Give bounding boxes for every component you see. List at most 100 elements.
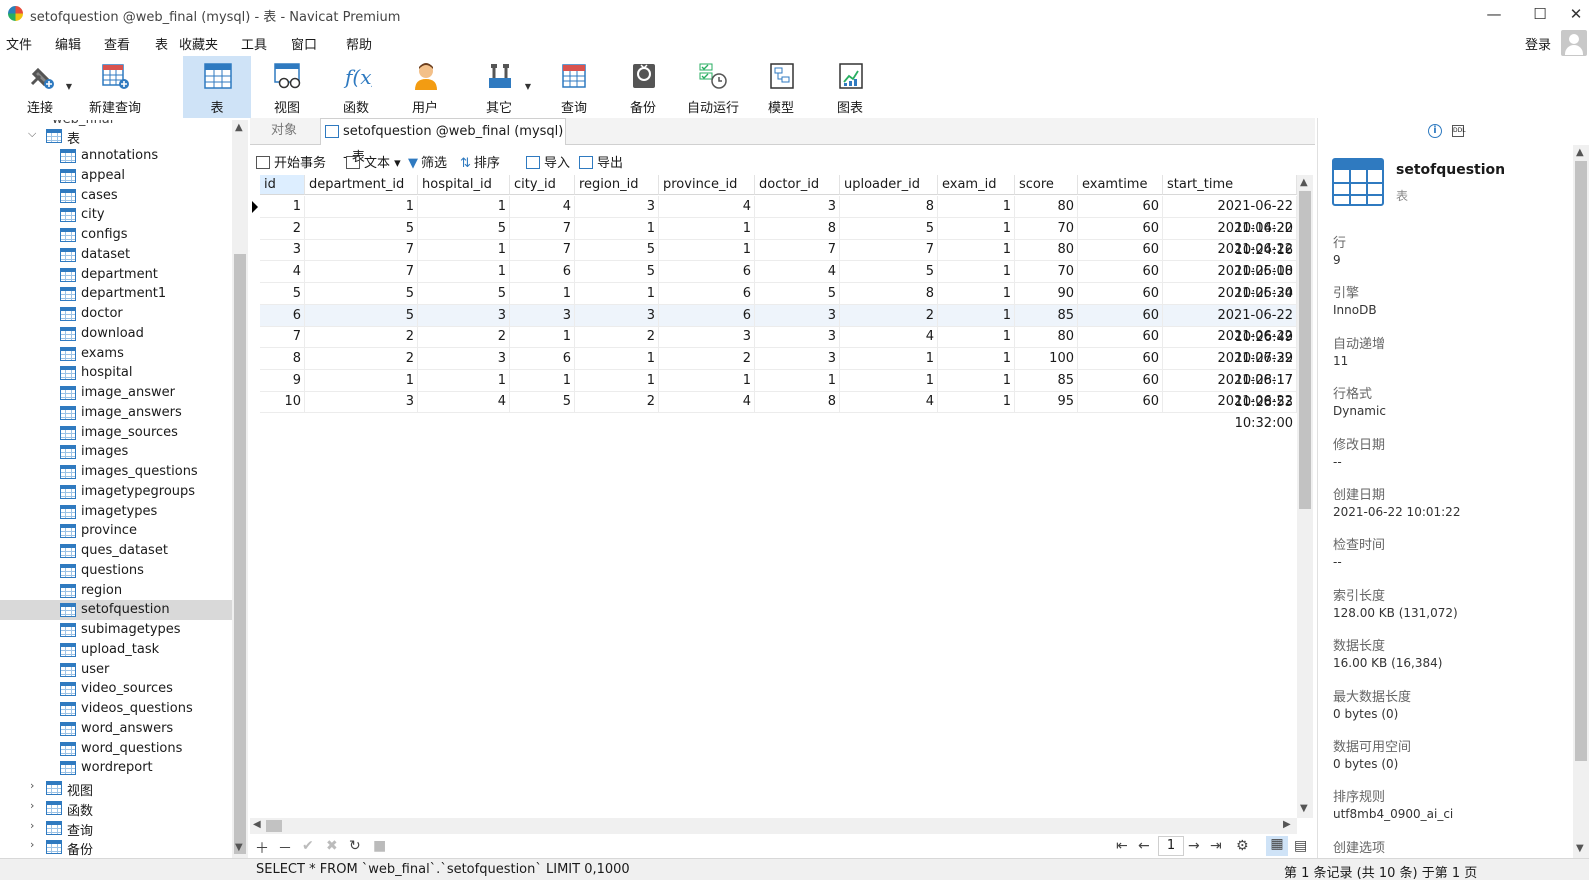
cell-examtime[interactable]: 60: [1078, 369, 1163, 392]
cell-id[interactable]: 5: [260, 282, 305, 305]
form-view-icon[interactable]: ▤: [1294, 838, 1307, 854]
cell-id[interactable]: 9: [260, 369, 305, 392]
column-header-department_id[interactable]: department_id: [305, 175, 418, 195]
menu-window[interactable]: 窗口: [291, 34, 317, 53]
cell-id[interactable]: 6: [260, 304, 305, 327]
cell-start_time[interactable]: 2021-06-22 10:28:17: [1163, 347, 1297, 388]
cell-start_time[interactable]: 2021-06-22 10:32:00: [1163, 391, 1297, 431]
login-link[interactable]: 登录: [1525, 34, 1551, 53]
tree-scrollbar[interactable]: ▲ ▼: [232, 120, 248, 858]
cell-id[interactable]: 4: [260, 261, 305, 284]
cell-start_time[interactable]: 2021-06-22 10:25:00: [1163, 239, 1297, 279]
cell-city_id[interactable]: 1: [510, 282, 575, 305]
scroll-up-icon[interactable]: ▲: [1576, 147, 1584, 158]
tree-table-questions[interactable]: questions: [0, 561, 232, 581]
cell-score[interactable]: 95: [1015, 391, 1078, 414]
cell-region_id[interactable]: 5: [575, 239, 659, 262]
tree-table-hospital[interactable]: hospital: [0, 363, 232, 383]
tree-table-image_answer[interactable]: image_answer: [0, 383, 232, 403]
column-header-exam_id[interactable]: exam_id: [938, 175, 1015, 195]
grid-view-icon[interactable]: ▦: [1266, 836, 1288, 856]
connect-caret-icon[interactable]: ▼: [66, 82, 72, 91]
tab-setofquestion[interactable]: setofquestion @web_final (mysql) - 表: [320, 118, 566, 165]
row-selector[interactable]: [250, 370, 260, 392]
cell-examtime[interactable]: 60: [1078, 326, 1163, 349]
cell-hospital_id[interactable]: 3: [418, 304, 510, 327]
column-header-city_id[interactable]: city_id: [510, 175, 575, 195]
cell-region_id[interactable]: 1: [575, 369, 659, 392]
tree-table-subimagetypes[interactable]: subimagetypes: [0, 620, 232, 640]
expand-chevron-icon[interactable]: ›: [30, 838, 34, 851]
apply-changes-icon[interactable]: ✔: [302, 838, 314, 854]
cell-uploader_id[interactable]: 4: [840, 326, 938, 349]
cell-exam_id[interactable]: 1: [938, 391, 1015, 414]
add-record-icon[interactable]: ＋: [255, 838, 269, 858]
new-query-button[interactable]: 新建查询: [80, 56, 150, 118]
tree-table-exams[interactable]: exams: [0, 344, 232, 364]
column-header-doctor_id[interactable]: doctor_id: [755, 175, 840, 195]
cell-hospital_id[interactable]: 1: [418, 261, 510, 284]
cell-exam_id[interactable]: 1: [938, 282, 1015, 305]
cell-doctor_id[interactable]: 3: [755, 196, 840, 218]
cell-province_id[interactable]: 1: [659, 217, 755, 240]
views-button[interactable]: 视图: [253, 56, 321, 118]
scroll-down-icon[interactable]: ▼: [1300, 803, 1308, 814]
ddl-icon[interactable]: DDL: [1452, 125, 1466, 137]
cell-city_id[interactable]: 4: [510, 196, 575, 218]
cell-province_id[interactable]: 1: [659, 239, 755, 262]
cell-city_id[interactable]: 6: [510, 261, 575, 284]
cell-uploader_id[interactable]: 8: [840, 196, 938, 218]
tree-table-video_sources[interactable]: video_sources: [0, 679, 232, 699]
cell-id[interactable]: 8: [260, 347, 305, 370]
tree-table-configs[interactable]: configs: [0, 225, 232, 245]
others-caret-icon[interactable]: ▼: [525, 82, 531, 91]
expand-chevron-icon[interactable]: ›: [30, 799, 34, 812]
cell-city_id[interactable]: 5: [510, 391, 575, 414]
tree-table-imagetypes[interactable]: imagetypes: [0, 502, 232, 522]
automation-button[interactable]: 自动运行: [678, 56, 748, 118]
cell-exam_id[interactable]: 1: [938, 304, 1015, 327]
menu-table[interactable]: 表: [155, 34, 168, 53]
tree-table-appeal[interactable]: appeal: [0, 166, 232, 186]
scroll-down-icon[interactable]: ▼: [1576, 843, 1584, 854]
delete-record-icon[interactable]: －: [278, 838, 292, 858]
tab-objects[interactable]: 对象: [250, 118, 318, 145]
cell-score[interactable]: 85: [1015, 304, 1078, 327]
row-selector[interactable]: [250, 305, 260, 327]
cell-department_id[interactable]: 2: [305, 347, 418, 370]
cell-start_time[interactable]: 2021-06-17 10:28:53: [1163, 369, 1297, 410]
cell-score[interactable]: 80: [1015, 196, 1078, 218]
cell-score[interactable]: 85: [1015, 369, 1078, 392]
cell-doctor_id[interactable]: 3: [755, 304, 840, 327]
cell-province_id[interactable]: 3: [659, 326, 755, 349]
cell-province_id[interactable]: 6: [659, 304, 755, 327]
cell-province_id[interactable]: 4: [659, 196, 755, 218]
scroll-up-icon[interactable]: ▲: [235, 122, 243, 133]
cell-examtime[interactable]: 60: [1078, 391, 1163, 414]
cell-start_time[interactable]: 2021-06-22 10:27:39: [1163, 326, 1297, 366]
tree-table-upload_task[interactable]: upload_task: [0, 640, 232, 660]
tree-group-queries[interactable]: › 查询: [0, 818, 232, 839]
tree-table-doctor[interactable]: doctor: [0, 304, 232, 324]
menu-file[interactable]: 文件: [6, 34, 32, 53]
cell-department_id[interactable]: 5: [305, 217, 418, 240]
tree-group-tables[interactable]: ⌵ 表: [0, 126, 232, 147]
row-selector[interactable]: [250, 348, 260, 370]
cell-uploader_id[interactable]: 8: [840, 282, 938, 305]
others-button[interactable]: ▼ 其它: [465, 56, 533, 118]
tree-group-backups[interactable]: › 备份: [0, 837, 232, 858]
cell-hospital_id[interactable]: 2: [418, 326, 510, 349]
cell-region_id[interactable]: 3: [575, 196, 659, 218]
cell-examtime[interactable]: 60: [1078, 304, 1163, 327]
cell-uploader_id[interactable]: 2: [840, 304, 938, 327]
refresh-icon[interactable]: ↻: [349, 838, 361, 854]
tree-table-wordreport[interactable]: wordreport: [0, 758, 232, 778]
tree-table-cases[interactable]: cases: [0, 186, 232, 206]
cell-uploader_id[interactable]: 5: [840, 261, 938, 284]
cell-city_id[interactable]: 3: [510, 304, 575, 327]
column-header-region_id[interactable]: region_id: [575, 175, 659, 195]
cell-score[interactable]: 70: [1015, 261, 1078, 284]
filter-button[interactable]: ▼ 筛选: [408, 152, 447, 171]
cell-region_id[interactable]: 2: [575, 326, 659, 349]
cell-start_time[interactable]: 2021-06-18 10:25:34: [1163, 261, 1297, 301]
